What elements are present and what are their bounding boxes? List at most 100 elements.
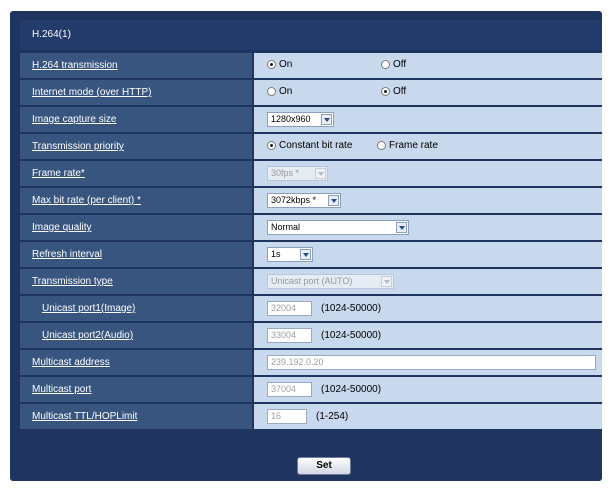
footer: Set [20, 449, 602, 481]
set-button[interactable]: Set [297, 457, 351, 475]
h264-transmission-label[interactable]: H.264 transmission [32, 60, 118, 71]
select-value: 1280x960 [271, 114, 311, 124]
value-cell: Unicast port (AUTO) [254, 269, 602, 294]
label-cell: Multicast address [20, 350, 252, 375]
multicast-port-range: (1024-50000) [321, 384, 382, 395]
value-cell: 32004 (1024-50000) [254, 296, 602, 321]
radio-unselected-icon [267, 87, 276, 96]
row-image-capture-size: Image capture size 1280x960 [20, 107, 602, 132]
row-image-quality: Image quality Normal [20, 215, 602, 240]
unicast-port-image-label[interactable]: Unicast port1(Image) [42, 303, 135, 314]
select-value: 3072kbps * [271, 195, 317, 205]
settings-panel: H.264(1) H.264 transmission On Off Inter… [10, 11, 602, 481]
radio-selected-icon [381, 87, 390, 96]
chevron-down-icon [381, 276, 392, 287]
label-cell: Frame rate* [20, 161, 252, 186]
row-transmission-priority: Transmission priority Constant bit rate … [20, 134, 602, 159]
transmission-priority-label[interactable]: Transmission priority [32, 141, 124, 152]
row-transmission-type: Transmission type Unicast port (AUTO) [20, 269, 602, 294]
row-unicast-port-image: Unicast port1(Image) 32004 (1024-50000) [20, 296, 602, 321]
radio-label: Off [393, 86, 407, 97]
value-cell: Normal [254, 215, 602, 240]
radio-label: On [279, 59, 293, 70]
image-capture-size-label[interactable]: Image capture size [32, 114, 117, 125]
multicast-ttl-range: (1-254) [316, 411, 349, 422]
row-internet-mode: Internet mode (over HTTP) On Off [20, 80, 602, 105]
row-multicast-ttl: Multicast TTL/HOPLimit 16 (1-254) [20, 404, 602, 429]
image-quality-select[interactable]: Normal [267, 220, 409, 235]
unicast-port-audio-range: (1024-50000) [321, 330, 382, 341]
label-cell: Max bit rate (per client) * [20, 188, 252, 213]
unicast-port-image-input: 32004 [267, 301, 312, 316]
label-cell: H.264 transmission [20, 53, 252, 78]
radio-label: On [279, 86, 293, 97]
section-header: H.264(1) [20, 20, 602, 50]
select-value: Normal [271, 222, 301, 232]
settings-grid: H.264 transmission On Off Internet mode … [20, 53, 602, 431]
refresh-interval-label[interactable]: Refresh interval [32, 249, 102, 260]
label-cell: Transmission type [20, 269, 252, 294]
multicast-port-input[interactable]: 37004 [267, 382, 312, 397]
value-cell: On Off [254, 80, 602, 105]
label-cell: Image capture size [20, 107, 252, 132]
row-multicast-port: Multicast port 37004 (1024-50000) [20, 377, 602, 402]
transmission-type-label[interactable]: Transmission type [32, 276, 113, 287]
frame-rate-label[interactable]: Frame rate* [32, 168, 85, 179]
row-refresh-interval: Refresh interval 1s [20, 242, 602, 267]
radio-selected-icon [267, 60, 276, 69]
max-bit-rate-select[interactable]: 3072kbps * [267, 193, 341, 208]
select-value: 1s [271, 249, 281, 259]
radio-label: Frame rate [389, 140, 438, 151]
radio-unselected-icon [377, 141, 386, 150]
value-cell: 3072kbps * [254, 188, 602, 213]
chevron-down-icon[interactable] [321, 114, 332, 125]
image-capture-size-select[interactable]: 1280x960 [267, 112, 334, 127]
multicast-ttl-input[interactable]: 16 [267, 409, 307, 424]
row-max-bit-rate: Max bit rate (per client) * 3072kbps * [20, 188, 602, 213]
row-h264-transmission: H.264 transmission On Off [20, 53, 602, 78]
value-cell: 30fps * [254, 161, 602, 186]
radio-selected-icon [267, 141, 276, 150]
section-title: H.264(1) [32, 29, 71, 40]
label-cell: Refresh interval [20, 242, 252, 267]
value-cell: 16 (1-254) [254, 404, 602, 429]
chevron-down-icon[interactable] [328, 195, 339, 206]
label-cell: Image quality [20, 215, 252, 240]
value-cell: 1280x960 [254, 107, 602, 132]
row-unicast-port-audio: Unicast port2(Audio) 33004 (1024-50000) [20, 323, 602, 348]
value-cell: 239.192.0.20 [254, 350, 602, 375]
internet-mode-label[interactable]: Internet mode (over HTTP) [32, 87, 151, 98]
value-cell: 37004 (1024-50000) [254, 377, 602, 402]
multicast-address-label[interactable]: Multicast address [32, 357, 110, 368]
label-cell: Multicast port [20, 377, 252, 402]
select-value: 30fps * [271, 168, 300, 178]
radio-label: Off [393, 59, 407, 70]
label-cell: Multicast TTL/HOPLimit [20, 404, 252, 429]
select-value: Unicast port (AUTO) [271, 276, 353, 286]
label-cell: Unicast port2(Audio) [20, 323, 252, 348]
label-cell: Unicast port1(Image) [20, 296, 252, 321]
radio-label: Constant bit rate [279, 140, 353, 151]
unicast-port-audio-input: 33004 [267, 328, 312, 343]
chevron-down-icon [315, 168, 326, 179]
row-frame-rate: Frame rate* 30fps * [20, 161, 602, 186]
max-bit-rate-label[interactable]: Max bit rate (per client) * [32, 195, 141, 206]
row-multicast-address: Multicast address 239.192.0.20 [20, 350, 602, 375]
image-quality-label[interactable]: Image quality [32, 222, 91, 233]
unicast-port-image-range: (1024-50000) [321, 303, 382, 314]
transmission-type-select: Unicast port (AUTO) [267, 274, 394, 289]
multicast-port-label[interactable]: Multicast port [32, 384, 91, 395]
value-cell: Constant bit rate Frame rate [254, 134, 602, 159]
refresh-interval-select[interactable]: 1s [267, 247, 313, 262]
frame-rate-select: 30fps * [267, 166, 328, 181]
multicast-address-input[interactable]: 239.192.0.20 [267, 355, 596, 370]
unicast-port-audio-label[interactable]: Unicast port2(Audio) [42, 330, 133, 341]
label-cell: Internet mode (over HTTP) [20, 80, 252, 105]
value-cell: 33004 (1024-50000) [254, 323, 602, 348]
chevron-down-icon[interactable] [300, 249, 311, 260]
radio-unselected-icon [381, 60, 390, 69]
chevron-down-icon[interactable] [396, 222, 407, 233]
multicast-ttl-label[interactable]: Multicast TTL/HOPLimit [32, 411, 137, 422]
value-cell: 1s [254, 242, 602, 267]
value-cell: On Off [254, 53, 602, 78]
